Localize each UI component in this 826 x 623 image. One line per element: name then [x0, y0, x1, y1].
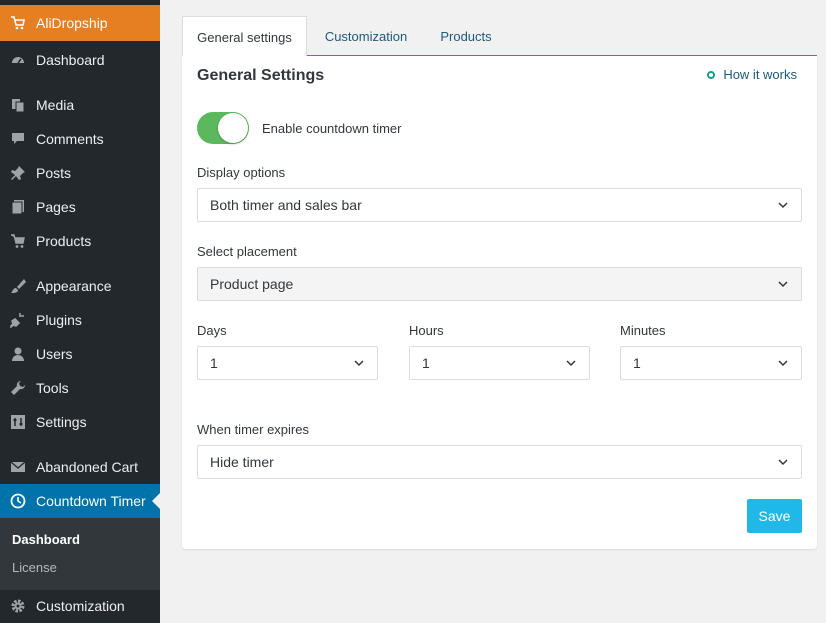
tab-general-settings[interactable]: General settings [182, 16, 307, 57]
chevron-down-icon [778, 360, 788, 367]
sidebar-item-label: Posts [36, 165, 72, 181]
sidebar-item-settings[interactable]: Settings [0, 405, 160, 439]
sidebar-item-dashboard[interactable]: Dashboard [0, 43, 160, 77]
sidebar-item-label: Tools [36, 380, 69, 396]
hours-select[interactable]: 1 [409, 346, 590, 380]
sidebar-item-tools[interactable]: Tools [0, 371, 160, 405]
wrench-icon [9, 379, 27, 397]
pages-icon [9, 198, 27, 216]
plugin-icon [9, 311, 27, 329]
how-it-works-link[interactable]: How it works [707, 67, 797, 82]
tab-products[interactable]: Products [428, 16, 504, 56]
sidebar-item-users[interactable]: Users [0, 337, 160, 371]
envelope-icon [9, 458, 27, 476]
brush-icon [9, 277, 27, 295]
chevron-down-icon [778, 459, 788, 466]
sidebar-item-label: Products [36, 233, 92, 249]
sidebar-item-label: Countdown Timer [36, 493, 146, 509]
minutes-select[interactable]: 1 [620, 346, 802, 380]
countdown-toggle[interactable] [197, 112, 249, 144]
sidebar-item-pages[interactable]: Pages [0, 190, 160, 224]
sidebar-item-label: Comments [36, 131, 104, 147]
sidebar-item-alidropship[interactable]: AliDropship [0, 5, 160, 41]
display-options-label: Display options [197, 165, 286, 180]
tab-customization[interactable]: Customization [314, 16, 418, 56]
save-button[interactable]: Save [747, 499, 802, 533]
gear-icon [9, 597, 27, 615]
sidebar-item-countdown-timer[interactable]: Countdown Timer [0, 484, 160, 518]
sidebar-item-label: Abandoned Cart [36, 459, 138, 475]
sidebar-item-appearance[interactable]: Appearance [0, 269, 160, 303]
sidebar-item-label: AliDropship [36, 15, 108, 31]
sidebar-item-plugins[interactable]: Plugins [0, 303, 160, 337]
comments-icon [9, 130, 27, 148]
media-icon [9, 96, 27, 114]
select-value: Hide timer [210, 454, 274, 470]
sidebar-item-label: Plugins [36, 312, 82, 328]
sidebar-item-label: Users [36, 346, 73, 362]
how-it-works-label: How it works [723, 67, 797, 82]
chevron-down-icon [354, 360, 364, 367]
minutes-label: Minutes [620, 323, 666, 338]
select-value: Both timer and sales bar [210, 197, 362, 213]
toggle-knob [218, 113, 248, 143]
hours-label: Hours [409, 323, 444, 338]
sidebar-item-products[interactable]: Products [0, 224, 160, 258]
sidebar-item-label: Customization [36, 598, 125, 614]
page-title: General Settings [197, 67, 325, 84]
chevron-down-icon [778, 202, 788, 209]
placement-select[interactable]: Product page [197, 267, 802, 301]
admin-sidebar: AliDropship Dashboard Media Comments Pos… [0, 0, 160, 623]
general-settings-panel: General Settings How it works Enable cou… [182, 56, 817, 549]
sidebar-item-media[interactable]: Media [0, 88, 160, 122]
sidebar-item-customization[interactable]: Customization [0, 589, 160, 623]
chevron-down-icon [566, 360, 576, 367]
sidebar-item-posts[interactable]: Posts [0, 156, 160, 190]
sidebar-item-label: Media [36, 97, 75, 113]
countdown-submenu: Dashboard License [0, 518, 160, 590]
settings-tabs: General settings Customization Products [182, 16, 817, 57]
submenu-item-dashboard[interactable]: Dashboard [12, 532, 80, 547]
days-label: Days [197, 323, 227, 338]
cart-icon [9, 232, 27, 250]
user-icon [9, 345, 27, 363]
display-options-select[interactable]: Both timer and sales bar [197, 188, 802, 222]
select-value: 1 [210, 355, 218, 371]
pin-icon [9, 164, 27, 182]
expires-label: When timer expires [197, 422, 309, 437]
sidebar-item-comments[interactable]: Comments [0, 122, 160, 156]
dashboard-icon [9, 51, 27, 69]
submenu-item-license[interactable]: License [12, 560, 57, 575]
chevron-down-icon [778, 281, 788, 288]
days-select[interactable]: 1 [197, 346, 378, 380]
clock-icon [9, 492, 27, 510]
settings-icon [9, 413, 27, 431]
toggle-label: Enable countdown timer [262, 121, 402, 136]
sidebar-item-abandoned-cart[interactable]: Abandoned Cart [0, 450, 160, 484]
cart-flag-icon [9, 14, 27, 32]
sidebar-item-label: Dashboard [36, 52, 105, 68]
sidebar-item-label: Appearance [36, 278, 112, 294]
sidebar-item-label: Pages [36, 199, 76, 215]
circle-icon [707, 70, 716, 79]
select-value: Product page [210, 276, 294, 292]
expires-select[interactable]: Hide timer [197, 445, 802, 479]
select-value: 1 [422, 355, 430, 371]
placement-label: Select placement [197, 244, 297, 259]
sidebar-item-label: Settings [36, 414, 87, 430]
select-value: 1 [633, 355, 641, 371]
